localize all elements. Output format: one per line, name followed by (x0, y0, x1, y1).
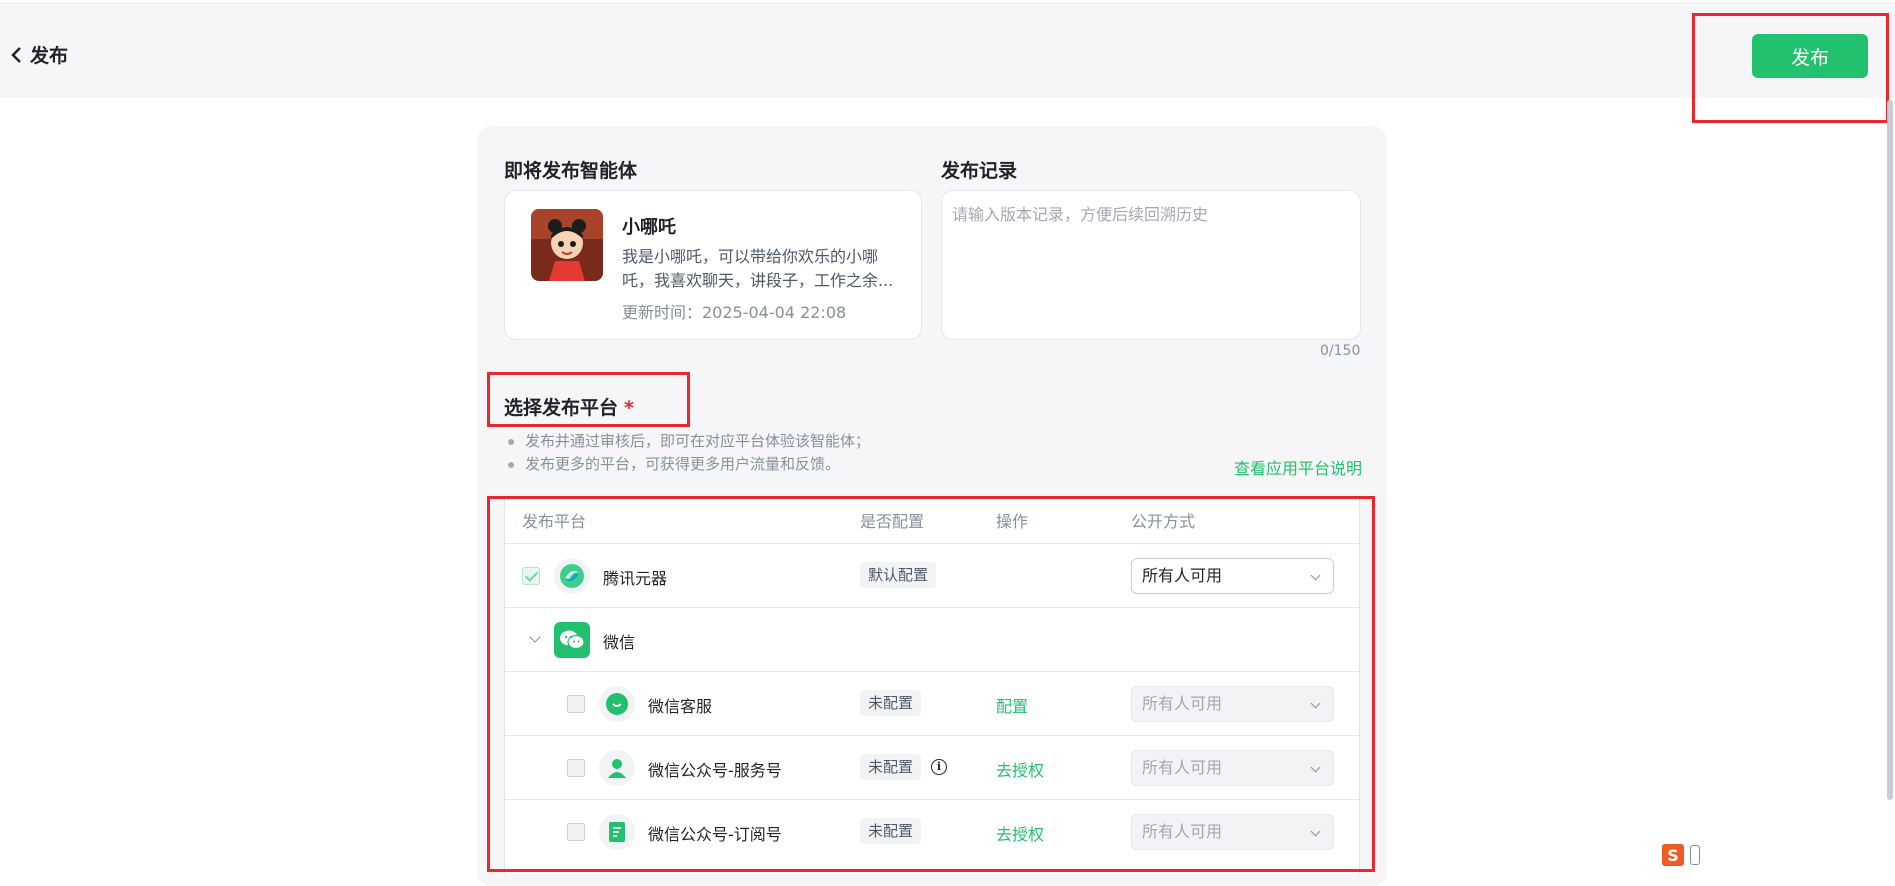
platform-title-text: 选择发布平台 (504, 397, 619, 419)
chevron-left-icon (11, 46, 21, 63)
char-counter: 0/150 (1320, 343, 1361, 359)
chevron-down-icon (1310, 826, 1321, 837)
page-scrollbar[interactable] (1887, 100, 1893, 800)
platform-checkbox[interactable] (567, 823, 585, 841)
visibility-select[interactable]: 所有人可用 (1131, 686, 1334, 722)
table-row-tencent-yuanqi: 腾讯元器 默认配置 所有人可用 (505, 543, 1361, 607)
subscription-account-icon (599, 814, 635, 850)
tencent-yuanqi-icon (554, 558, 590, 594)
config-status-badge: 未配置 (860, 690, 922, 716)
authorize-link[interactable]: 去授权 (996, 821, 1044, 845)
publish-button[interactable]: 发布 (1752, 34, 1868, 78)
chevron-down-icon (1310, 570, 1321, 581)
release-note-input[interactable] (942, 191, 1360, 339)
config-status-badge: 默认配置 (860, 562, 937, 588)
platform-table: 发布平台 是否配置 操作 公开方式 腾讯元器 默认配置 所有人可用 微信 微信客… (504, 498, 1361, 874)
platform-tips: 发布并通过审核后，即可在对应平台体验该智能体； 发布更多的平台，可获得更多用户流… (508, 430, 870, 476)
agent-section-title: 即将发布智能体 (504, 160, 638, 182)
window-top-border (0, 0, 1895, 4)
platform-section-title: 选择发布平台 * (504, 393, 634, 420)
config-status-badge: 未配置 (860, 818, 922, 844)
platform-name: 微信客服 (648, 697, 713, 716)
table-row-wechat-service: 微信客服 未配置 配置 所有人可用 (505, 671, 1361, 735)
config-status-badge: 未配置 (860, 754, 922, 780)
platform-name: 腾讯元器 (603, 569, 668, 588)
chevron-down-icon (1310, 762, 1321, 773)
chevron-down-icon[interactable] (529, 631, 541, 643)
header-action: 操作 (996, 512, 1029, 531)
wechat-icon (554, 622, 590, 658)
platform-doc-link[interactable]: 查看应用平台说明 (1234, 455, 1362, 479)
visibility-value: 所有人可用 (1142, 566, 1223, 585)
ime-toggle-icon (1690, 845, 1700, 865)
visibility-value: 所有人可用 (1142, 822, 1223, 841)
visibility-select[interactable]: 所有人可用 (1131, 750, 1334, 786)
agent-description: 我是小哪吒，可以带给你欢乐的小哪吒，我喜欢聊天，讲段子，工作之余... (622, 247, 894, 290)
visibility-select[interactable]: 所有人可用 (1131, 558, 1334, 594)
page-header: 发布 发布 (0, 5, 1895, 98)
tip-item: 发布并通过审核后，即可在对应平台体验该智能体； (508, 430, 870, 453)
authorize-link[interactable]: 去授权 (996, 757, 1044, 781)
agent-card: 小哪吒 我是小哪吒，可以带给你欢乐的小哪吒，我喜欢聊天，讲段子，工作之余... … (504, 190, 922, 340)
header-platform: 发布平台 (522, 512, 587, 531)
visibility-select[interactable]: 所有人可用 (1131, 814, 1334, 850)
header-visibility: 公开方式 (1131, 512, 1196, 531)
table-row-subscription-account: 微信公众号-订阅号 未配置 去授权 所有人可用 (505, 799, 1361, 863)
back-button[interactable]: 发布 (10, 41, 68, 68)
agent-updated-time: 更新时间：2025-04-04 22:08 (622, 303, 847, 322)
ime-logo-icon: S (1662, 844, 1684, 866)
platform-checkbox[interactable] (567, 695, 585, 713)
tip-item: 发布更多的平台，可获得更多用户流量和反馈。 (508, 453, 870, 476)
platform-name: 微信公众号-订阅号 (648, 825, 782, 844)
table-row-wechat-group: 微信 (505, 607, 1361, 671)
agent-name: 小哪吒 (622, 217, 676, 238)
required-mark: * (624, 397, 634, 419)
configure-link[interactable]: 配置 (996, 693, 1028, 717)
wechat-service-icon (599, 686, 635, 722)
corner-widget[interactable]: S (1662, 844, 1700, 866)
visibility-value: 所有人可用 (1142, 758, 1223, 777)
record-input-box (941, 190, 1361, 340)
info-icon[interactable]: i (931, 759, 947, 775)
table-row-service-account: 微信公众号-服务号 未配置 i 去授权 所有人可用 (505, 735, 1361, 799)
platform-name: 微信 (603, 633, 636, 652)
agent-avatar (531, 209, 603, 281)
platform-checkbox[interactable] (522, 567, 540, 585)
back-label: 发布 (30, 45, 69, 67)
platform-checkbox[interactable] (567, 759, 585, 777)
visibility-value: 所有人可用 (1142, 694, 1223, 713)
chevron-down-icon (1310, 698, 1321, 709)
record-section-title: 发布记录 (941, 160, 1018, 182)
platform-name: 微信公众号-服务号 (648, 761, 782, 780)
service-account-icon (599, 750, 635, 786)
header-config-status: 是否配置 (860, 512, 925, 531)
